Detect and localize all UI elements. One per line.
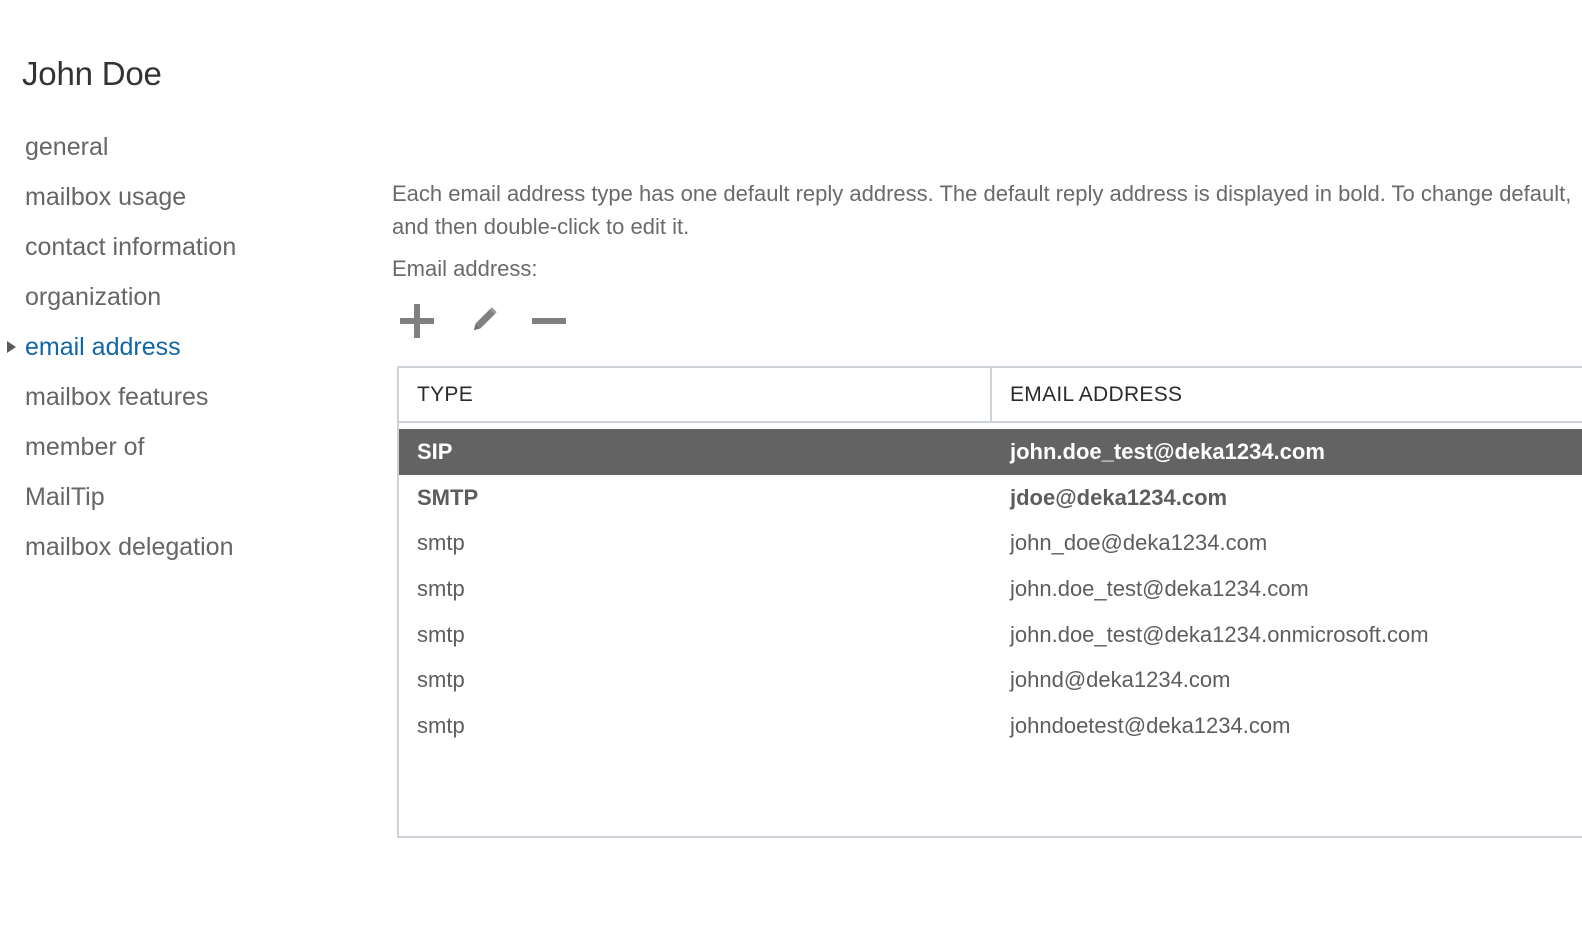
table-header-row: TYPE EMAIL ADDRESS bbox=[397, 366, 1582, 423]
sidebar-item-mailbox-usage[interactable]: mailbox usage bbox=[0, 172, 360, 222]
table-row[interactable]: SMTP jdoe@deka1234.com bbox=[399, 475, 1582, 521]
pencil-icon bbox=[464, 302, 502, 340]
add-email-address-button[interactable] bbox=[392, 296, 442, 346]
sidebar-nav: general mailbox usage contact information o… bbox=[0, 122, 360, 572]
email-address-table: TYPE EMAIL ADDRESS SIP john.doe_test@deka… bbox=[397, 366, 1582, 840]
cell-type: smtp bbox=[417, 575, 465, 601]
cell-email-address: john.doe_test@deka1234.com bbox=[1010, 575, 1309, 601]
remove-email-address-button[interactable] bbox=[524, 296, 574, 346]
sidebar-item-email-address[interactable]: email address bbox=[0, 322, 360, 372]
sidebar-item-mailtip[interactable]: MailTip bbox=[0, 472, 360, 522]
sidebar-item-member-of[interactable]: member of bbox=[0, 422, 360, 472]
sidebar-item-general[interactable]: general bbox=[0, 122, 360, 172]
table-row[interactable]: smtp johnd@deka1234.com bbox=[399, 657, 1582, 703]
sidebar-item-contact-information[interactable]: contact information bbox=[0, 222, 360, 272]
sidebar-item-label: contact information bbox=[25, 233, 237, 261]
cell-type: smtp bbox=[417, 621, 465, 647]
minus-icon bbox=[530, 302, 568, 340]
email-address-toolbar bbox=[392, 296, 574, 346]
plus-icon bbox=[398, 302, 436, 340]
email-address-label: Email address: bbox=[392, 256, 538, 281]
cell-email-address: johnd@deka1234.com bbox=[1010, 667, 1231, 693]
sidebar-item-label: email address bbox=[25, 333, 181, 361]
cell-email-address: jdoe@deka1234.com bbox=[1010, 484, 1228, 510]
sidebar-item-label: member of bbox=[25, 433, 145, 461]
sidebar-item-label: organization bbox=[25, 283, 162, 311]
table-row[interactable]: smtp john.doe_test@deka1234.onmicrosoft.c… bbox=[399, 612, 1582, 658]
cell-email-address: john.doe_test@deka1234.onmicrosoft.com bbox=[1010, 621, 1429, 647]
intro-description: Each email address type has one default … bbox=[392, 181, 1572, 239]
sidebar-item-label: mailbox usage bbox=[25, 183, 187, 211]
sidebar-item-mailbox-features[interactable]: mailbox features bbox=[0, 372, 360, 422]
column-header-email-address[interactable]: EMAIL ADDRESS bbox=[992, 368, 1582, 421]
table-row[interactable]: SIP john.doe_test@deka1234.com bbox=[399, 429, 1582, 475]
sidebar-item-label: MailTip bbox=[25, 483, 105, 511]
cell-type: smtp bbox=[417, 530, 465, 556]
cell-email-address: johndoetest@deka1234.com bbox=[1010, 712, 1291, 738]
cell-type: smtp bbox=[417, 712, 465, 738]
table-row[interactable]: smtp johndoetest@deka1234.com bbox=[399, 703, 1582, 749]
sidebar-item-label: mailbox delegation bbox=[25, 533, 234, 561]
page-title: John Doe bbox=[22, 55, 162, 93]
main-content: Each email address type has one default … bbox=[392, 0, 1582, 936]
sidebar-item-organization[interactable]: organization bbox=[0, 272, 360, 322]
edit-email-address-button[interactable] bbox=[458, 296, 508, 346]
column-header-type[interactable]: TYPE bbox=[399, 368, 992, 421]
cell-type: SMTP bbox=[417, 484, 479, 510]
cell-type: SIP bbox=[417, 438, 453, 464]
sidebar-item-label: general bbox=[25, 133, 109, 161]
sidebar-item-label: mailbox features bbox=[25, 383, 209, 411]
table-row[interactable]: smtp john_doe@deka1234.com bbox=[399, 520, 1582, 566]
table-body: SIP john.doe_test@deka1234.com SMTP jdoe@de… bbox=[397, 423, 1582, 838]
cell-email-address: john_doe@deka1234.com bbox=[1010, 530, 1268, 556]
sidebar-item-mailbox-delegation[interactable]: mailbox delegation bbox=[0, 522, 360, 572]
table-row[interactable]: smtp john.doe_test@deka1234.com bbox=[399, 566, 1582, 612]
caret-right-icon bbox=[7, 341, 16, 353]
cell-email-address: john.doe_test@deka1234.com bbox=[1010, 438, 1325, 464]
cell-type: smtp bbox=[417, 667, 465, 693]
